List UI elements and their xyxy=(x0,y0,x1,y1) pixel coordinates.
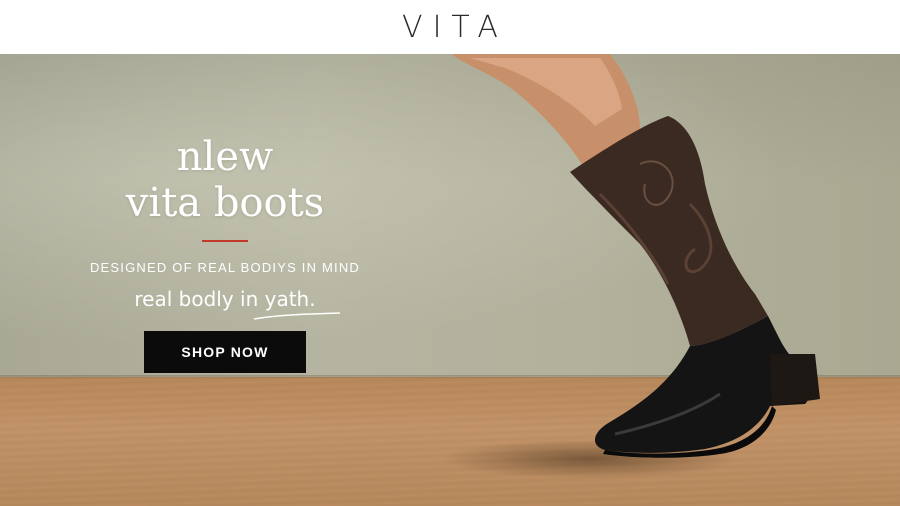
hero-copy: nlew vita boots DESIGNED OF REAL BODIYS … xyxy=(60,134,390,373)
headline-line-2: vita boots xyxy=(125,180,325,226)
hero-headline: nlew vita boots xyxy=(126,134,324,226)
shop-now-button[interactable]: SHOP NOW xyxy=(144,331,306,373)
handwritten-underline xyxy=(254,312,341,320)
headline-line-1: nlew xyxy=(176,134,274,180)
site-header: VITA xyxy=(0,0,900,54)
hero-subline-wrap: real bodly in yath. xyxy=(134,287,341,320)
hero-banner: nlew vita boots DESIGNED OF REAL BODIYS … xyxy=(0,54,900,506)
hero-tagline: DESIGNED OF REAL BODIYS IN MIND xyxy=(89,260,361,275)
brand-logo[interactable]: VITA xyxy=(392,10,508,45)
boot-heel xyxy=(770,354,820,406)
accent-divider xyxy=(202,240,248,242)
hero-subline: real bodly in yath. xyxy=(134,287,316,311)
